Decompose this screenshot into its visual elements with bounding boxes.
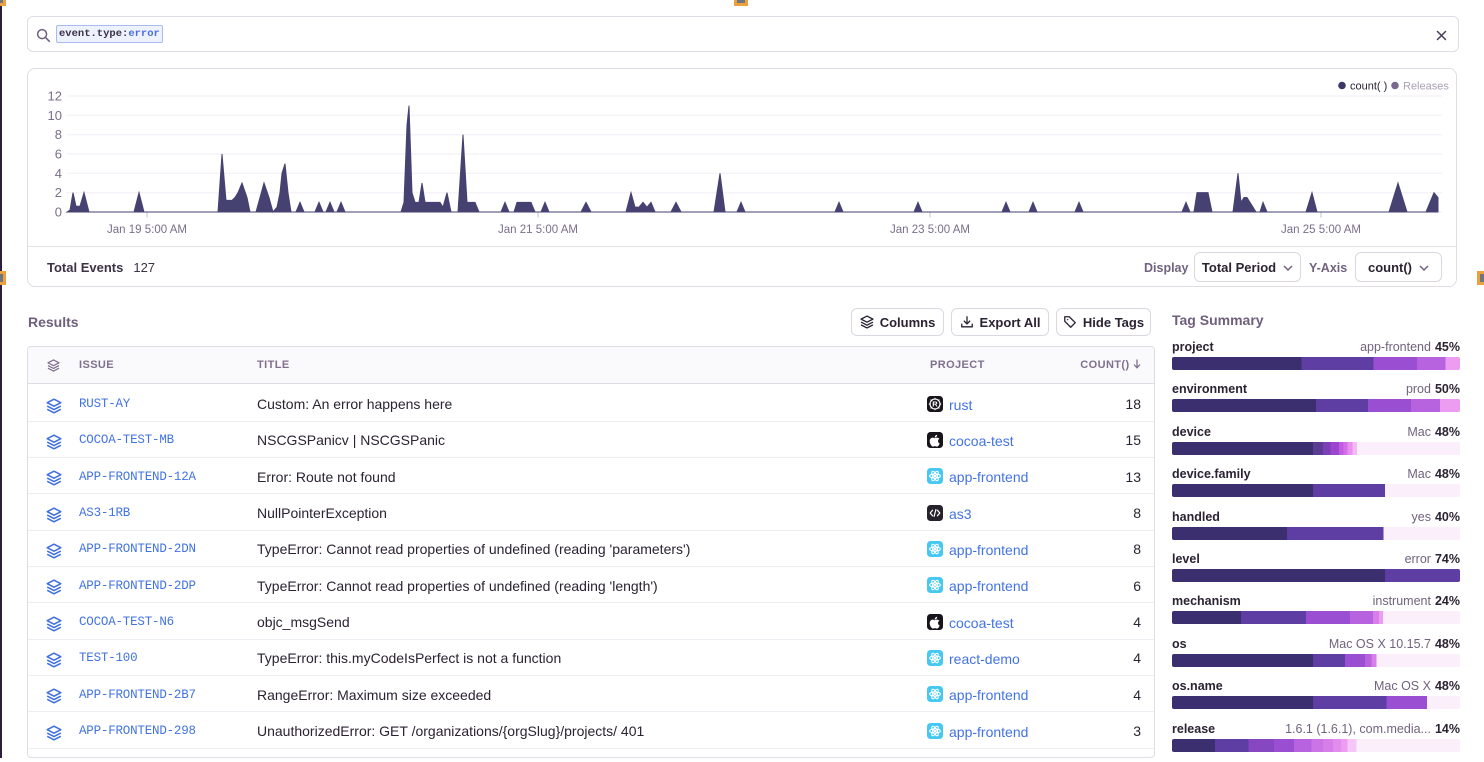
svg-text:12: 12 [48, 89, 62, 104]
svg-text:2: 2 [55, 185, 62, 200]
svg-text:0: 0 [55, 205, 62, 220]
svg-text:Releases: Releases [1403, 81, 1449, 93]
svg-text:8: 8 [55, 127, 62, 142]
svg-text:6: 6 [55, 147, 62, 162]
svg-text:10: 10 [48, 108, 62, 123]
svg-text:Jan 19 5:00 AM: Jan 19 5:00 AM [107, 224, 187, 236]
svg-text:Jan 23 5:00 AM: Jan 23 5:00 AM [890, 224, 970, 236]
svg-text:Jan 21 5:00 AM: Jan 21 5:00 AM [498, 224, 578, 236]
svg-text:Jan 25 5:00 AM: Jan 25 5:00 AM [1281, 224, 1361, 236]
svg-text:count( ): count( ) [1350, 81, 1387, 93]
svg-text:R: R [932, 399, 938, 408]
svg-text:4: 4 [55, 166, 62, 181]
